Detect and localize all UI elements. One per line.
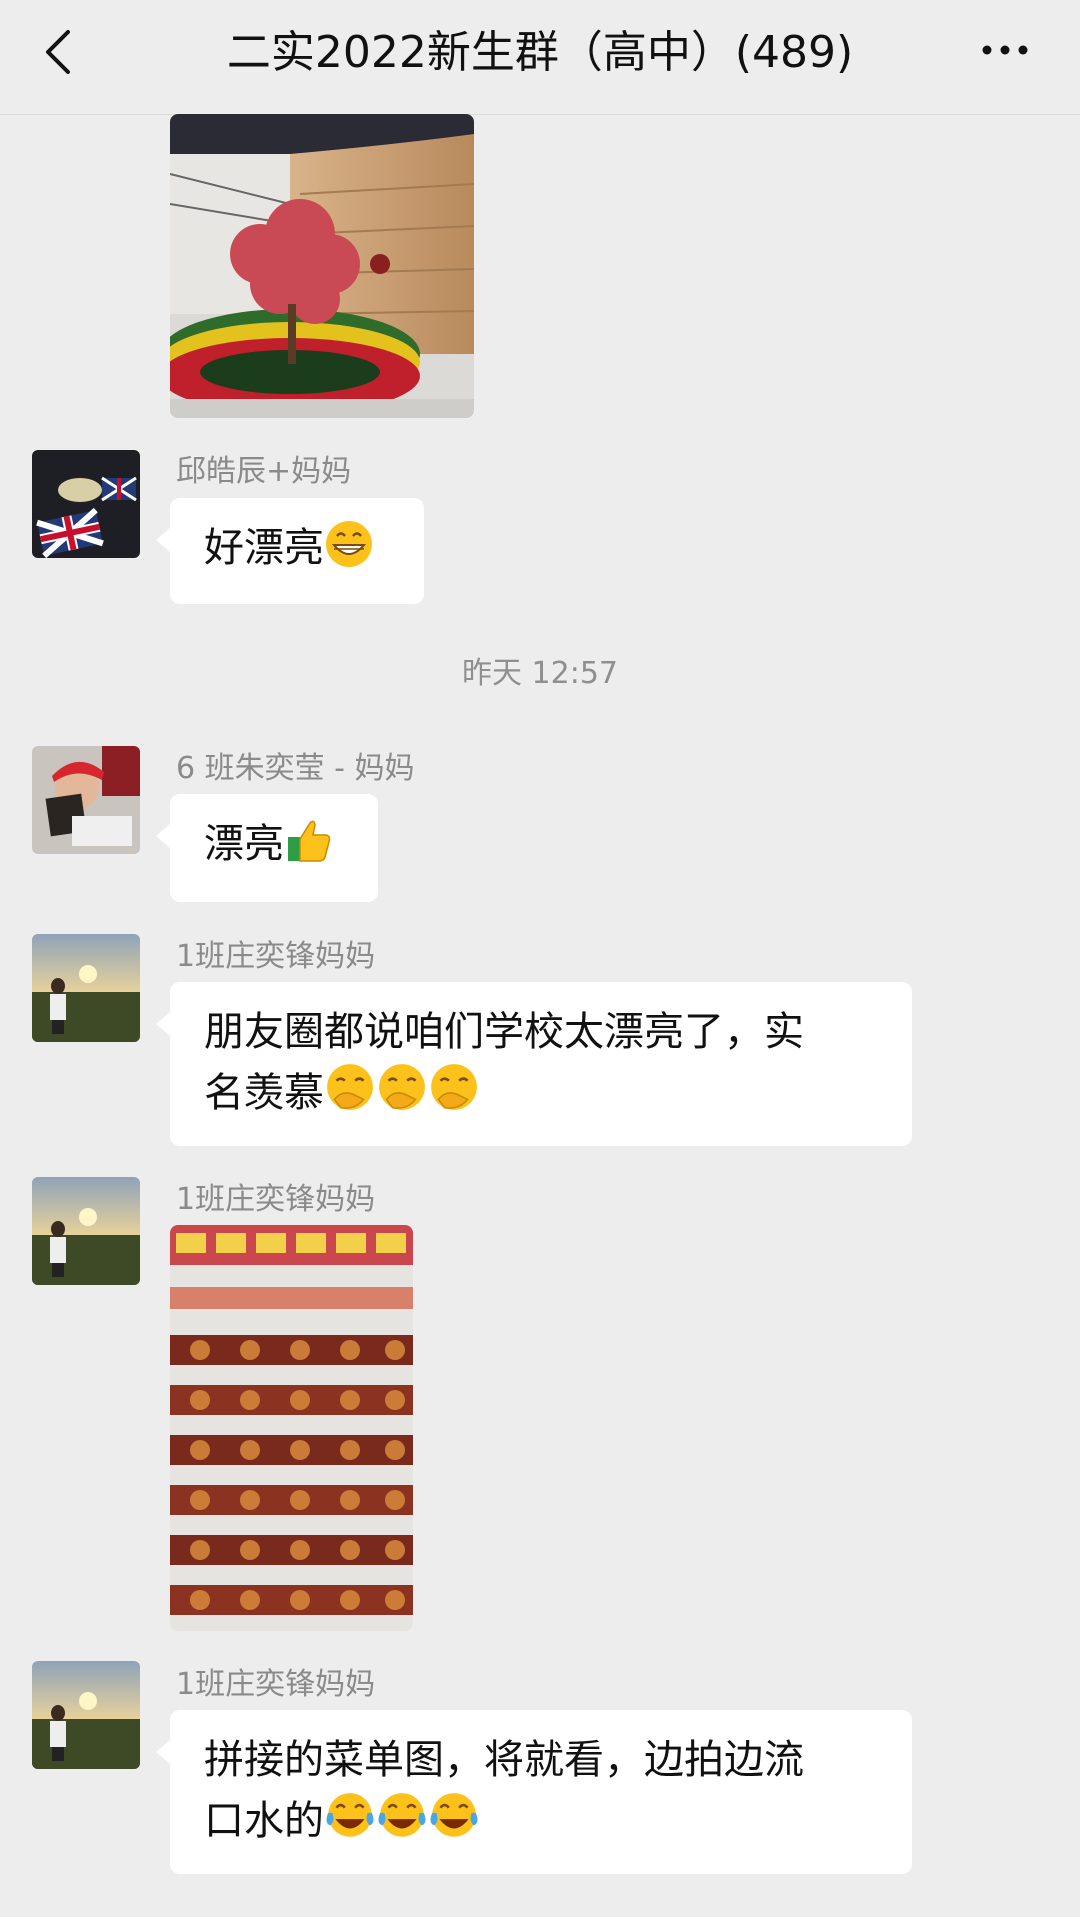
sender-name: 1班庄奕锋妈妈 (176, 939, 376, 974)
message-bubble[interactable]: 拼接的菜单图，将就看，边拍边流 口水的 (156, 1710, 912, 1874)
sender-name: 邱皓辰+妈妈 (176, 454, 352, 489)
avatar-sunset-girl-icon (32, 1661, 140, 1769)
school-lobby-photo-icon (170, 114, 474, 418)
message-text-line: 口水的 (204, 1798, 324, 1844)
more-button[interactable] (975, 30, 1035, 70)
avatar[interactable] (32, 1661, 140, 1769)
face-with-hand-over-mouth-emoji-icon (431, 1064, 477, 1110)
avatar[interactable] (32, 934, 140, 1042)
message-bubble[interactable]: 漂亮 (156, 794, 378, 902)
tears-of-joy-emoji-icon (326, 1793, 374, 1837)
avatar-girl-red-hat-icon (32, 746, 140, 854)
chevron-left-icon (46, 30, 70, 74)
image-message-school[interactable] (170, 114, 474, 418)
chat-title: 二实2022新生群（高中）(489) (226, 27, 854, 78)
tears-of-joy-emoji-icon (378, 1793, 426, 1837)
thumbs-up-emoji-icon (288, 820, 331, 862)
message-bubble[interactable]: 好漂亮 (156, 498, 424, 604)
message-text-line: 名羡慕 (204, 1070, 324, 1116)
avatar-sunset-girl-icon (32, 1177, 140, 1285)
avatar[interactable] (32, 450, 140, 558)
back-button[interactable] (30, 22, 90, 82)
image-message-menu[interactable] (170, 1225, 413, 1631)
more-dots-icon (982, 45, 1028, 55)
message-text: 漂亮 (204, 821, 284, 867)
message-text-line: 拼接的菜单图，将就看，边拍边流 (204, 1737, 804, 1783)
chat-header: 二实2022新生群（高中）(489) (0, 0, 1080, 115)
avatar[interactable] (32, 1177, 140, 1285)
message-text: 好漂亮 (204, 525, 324, 571)
sender-name: 1班庄奕锋妈妈 (176, 1667, 376, 1702)
message-text-line: 朋友圈都说咱们学校太漂亮了，实 (204, 1009, 804, 1055)
sender-name: 6 班朱奕莹 - 妈妈 (176, 751, 415, 786)
avatar-flag-image-icon (32, 450, 140, 558)
avatar[interactable] (32, 746, 140, 854)
avatar-sunset-girl-icon (32, 934, 140, 1042)
message-bubble[interactable]: 朋友圈都说咱们学校太漂亮了，实 名羡慕 (156, 982, 912, 1146)
face-with-hand-over-mouth-emoji-icon (327, 1064, 373, 1110)
tears-of-joy-emoji-icon (430, 1793, 478, 1837)
timestamp: 昨天 12:57 (462, 656, 618, 691)
menu-board-photo-icon (170, 1225, 413, 1631)
grinning-face-emoji-icon (326, 521, 372, 567)
face-with-hand-over-mouth-emoji-icon (379, 1064, 425, 1110)
sender-name: 1班庄奕锋妈妈 (176, 1182, 376, 1217)
